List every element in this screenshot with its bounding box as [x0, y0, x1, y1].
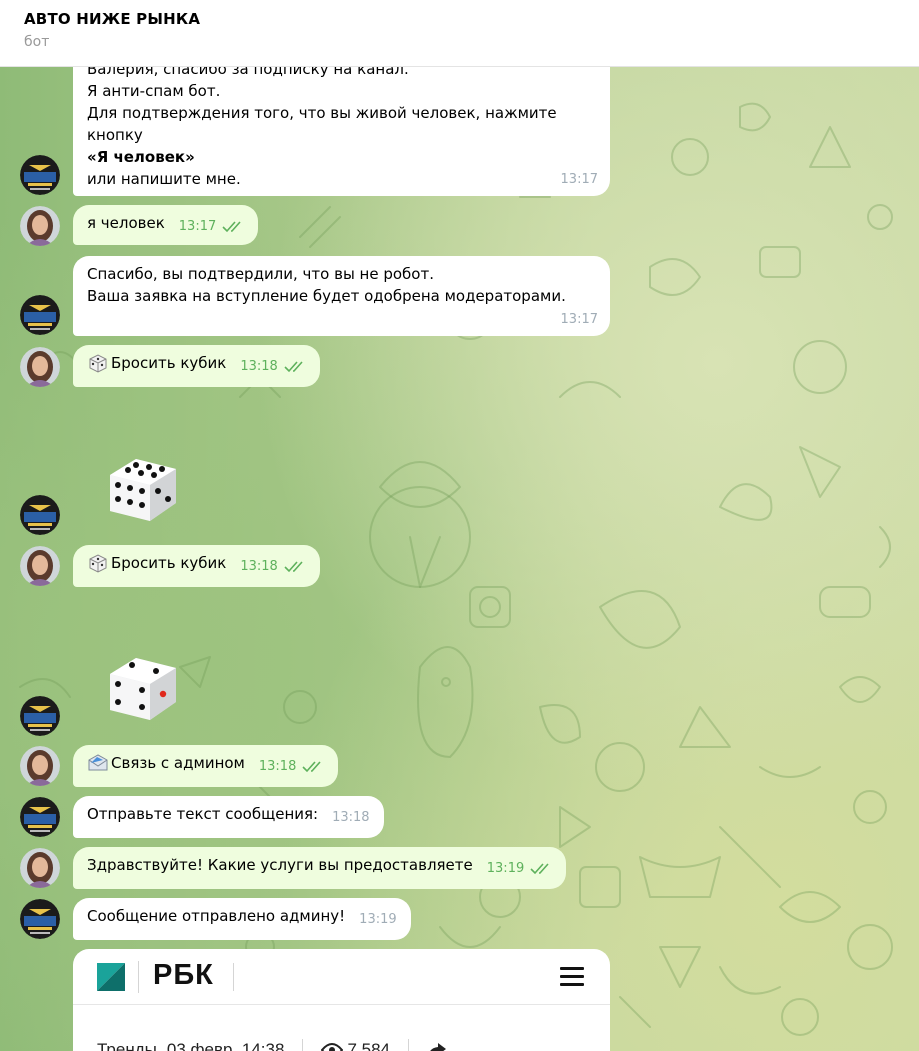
hamburger-menu-icon[interactable]: [560, 967, 584, 987]
divider: [407, 1039, 409, 1051]
user-message: я человек 13:17: [73, 205, 259, 245]
message-list[interactable]: Валерия, спасибо за подписку на канал. Я…: [0, 67, 919, 1051]
read-checkmark-icon: [222, 221, 241, 233]
rbc-link-preview[interactable]: РБК Тренды 03 февр. 14:38 7 584: [73, 949, 610, 1051]
rbc-date: 03 февр. 14:38: [166, 1040, 285, 1051]
message-bold-text: «Я человек»: [87, 148, 195, 166]
read-checkmark-icon: [284, 361, 303, 373]
message-text: Связь с админом: [111, 754, 245, 772]
user-avatar[interactable]: [20, 347, 60, 387]
bot-message-welcome: Валерия, спасибо за подписку на канал. Я…: [73, 67, 610, 196]
user-message-roll-dice: Бросить кубик 13:18: [73, 545, 320, 587]
divider: [233, 963, 234, 991]
bot-avatar[interactable]: [20, 495, 60, 535]
message-text: Бросить кубик: [111, 354, 227, 372]
user-message-roll-dice: Бросить кубик 13:18: [73, 345, 320, 387]
read-checkmark-icon: [302, 761, 321, 773]
message-time: 13:17: [560, 312, 598, 327]
message-line: Валерия, спасибо за подписку на канал.: [87, 67, 409, 78]
divider: [302, 1039, 304, 1051]
dice-result-icon: [110, 658, 176, 720]
eye-icon: [321, 1043, 344, 1051]
user-message: Здравствуйте! Какие услуги вы предоставл…: [73, 847, 567, 889]
dice-emoji-icon: [89, 354, 107, 373]
message-text: Отправьте текст сообщения:: [87, 805, 319, 823]
envelope-emoji-icon: [88, 754, 108, 771]
message-time: 13:18: [240, 359, 278, 374]
user-avatar[interactable]: [20, 206, 60, 246]
bot-avatar[interactable]: [20, 696, 60, 736]
user-avatar[interactable]: [20, 746, 60, 786]
chat-title: АВТО НИЖЕ РЫНКА: [24, 10, 201, 28]
message-time: 13:18: [240, 559, 278, 574]
message-time: 13:18: [332, 810, 370, 825]
chat-subtitle: бот: [24, 34, 50, 50]
dice-result-icon: [110, 459, 176, 521]
dice-emoji-icon: [89, 554, 107, 573]
bot-message-confirmed: Спасибо, вы подтвердили, что вы не робот…: [73, 256, 610, 336]
user-avatar[interactable]: [20, 546, 60, 586]
message-line: кнопку: [87, 126, 143, 144]
message-line: Ваша заявка на вступление будет одобрена…: [87, 287, 566, 305]
rbc-logo-text: РБК: [153, 959, 214, 991]
rbc-views: 7 584: [347, 1040, 390, 1051]
message-line: Я анти-спам бот.: [87, 82, 221, 100]
bot-message-sent: Сообщение отправлено админу! 13:19: [73, 898, 411, 940]
message-time: 13:19: [486, 861, 525, 876]
user-message-contact-admin: Связь с админом 13:18: [73, 745, 339, 787]
divider: [138, 961, 139, 993]
message-time: 13:17: [560, 172, 598, 187]
rbc-article-meta: Тренды 03 февр. 14:38 7 584: [97, 1039, 447, 1051]
message-text: Бросить кубик: [111, 554, 227, 572]
bot-avatar[interactable]: [20, 155, 60, 195]
rbc-section: Тренды: [97, 1040, 157, 1051]
bot-avatar[interactable]: [20, 899, 60, 939]
share-icon[interactable]: [427, 1042, 447, 1051]
message-text: Сообщение отправлено админу!: [87, 907, 346, 925]
rbc-logo-icon: [97, 963, 125, 991]
chat-header[interactable]: АВТО НИЖЕ РЫНКА бот: [0, 0, 919, 67]
rbc-topbar: РБК: [73, 949, 610, 1005]
message-time: 13:18: [258, 759, 297, 774]
bot-avatar[interactable]: [20, 295, 60, 335]
bot-avatar[interactable]: [20, 797, 60, 837]
message-time: 13:19: [359, 912, 397, 927]
bot-message-prompt: Отправьте текст сообщения: 13:18: [73, 796, 384, 838]
user-avatar[interactable]: [20, 848, 60, 888]
message-text: Здравствуйте! Какие услуги вы предоставл…: [87, 856, 473, 874]
message-line: или напишите мне.: [87, 170, 241, 188]
read-checkmark-icon: [530, 863, 549, 875]
message-text: я человек: [87, 214, 165, 232]
message-time: 13:17: [178, 219, 217, 234]
message-line: Спасибо, вы подтвердили, что вы не робот…: [87, 265, 434, 283]
message-line: Для подтверждения того, что вы живой чел…: [87, 104, 557, 122]
read-checkmark-icon: [284, 561, 303, 573]
